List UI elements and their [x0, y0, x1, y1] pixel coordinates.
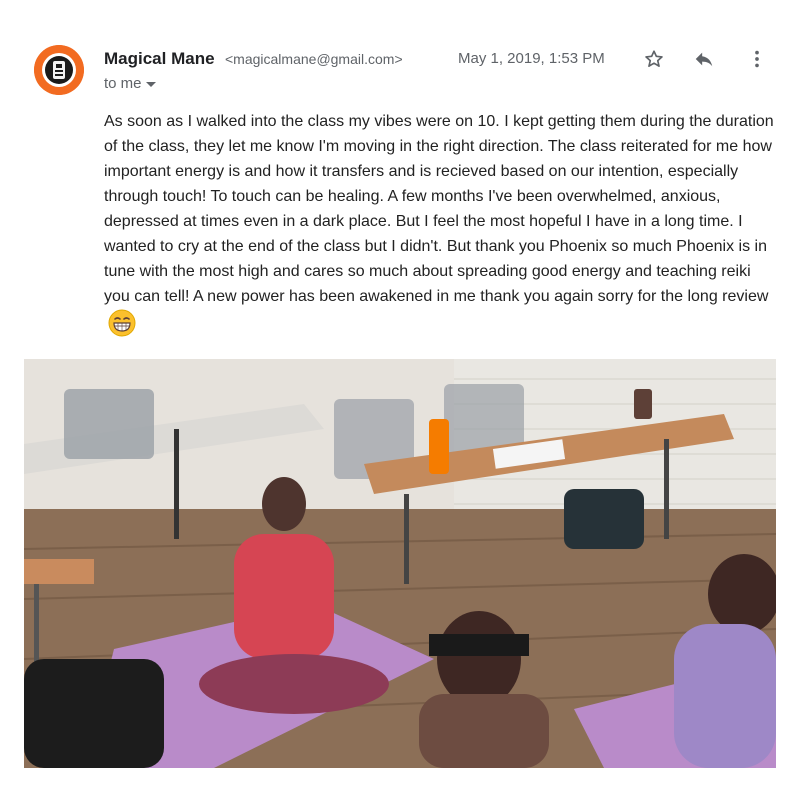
email-header: Magical Mane <magicalmane@gmail.com> May… [104, 44, 780, 74]
recipient-line[interactable]: to me [104, 75, 156, 92]
grinning-emoji-icon [108, 309, 136, 337]
class-photo-image [24, 359, 776, 768]
email-body-text: As soon as I walked into the class my vi… [104, 113, 774, 305]
reply-icon[interactable] [689, 44, 719, 74]
recipient-text: to me [104, 75, 142, 92]
sender-avatar[interactable] [34, 45, 84, 95]
attached-photo[interactable] [24, 359, 776, 768]
sender-name[interactable]: Magical Mane [104, 49, 215, 69]
avatar-logo-icon [34, 45, 84, 95]
email-body: As soon as I walked into the class my vi… [104, 109, 780, 337]
email-date: May 1, 2019, 1:53 PM [458, 50, 605, 67]
star-icon[interactable] [639, 44, 669, 74]
chevron-down-icon[interactable] [145, 81, 156, 87]
more-vert-icon[interactable] [742, 44, 772, 74]
sender-email: <magicalmane@gmail.com> [225, 51, 403, 67]
